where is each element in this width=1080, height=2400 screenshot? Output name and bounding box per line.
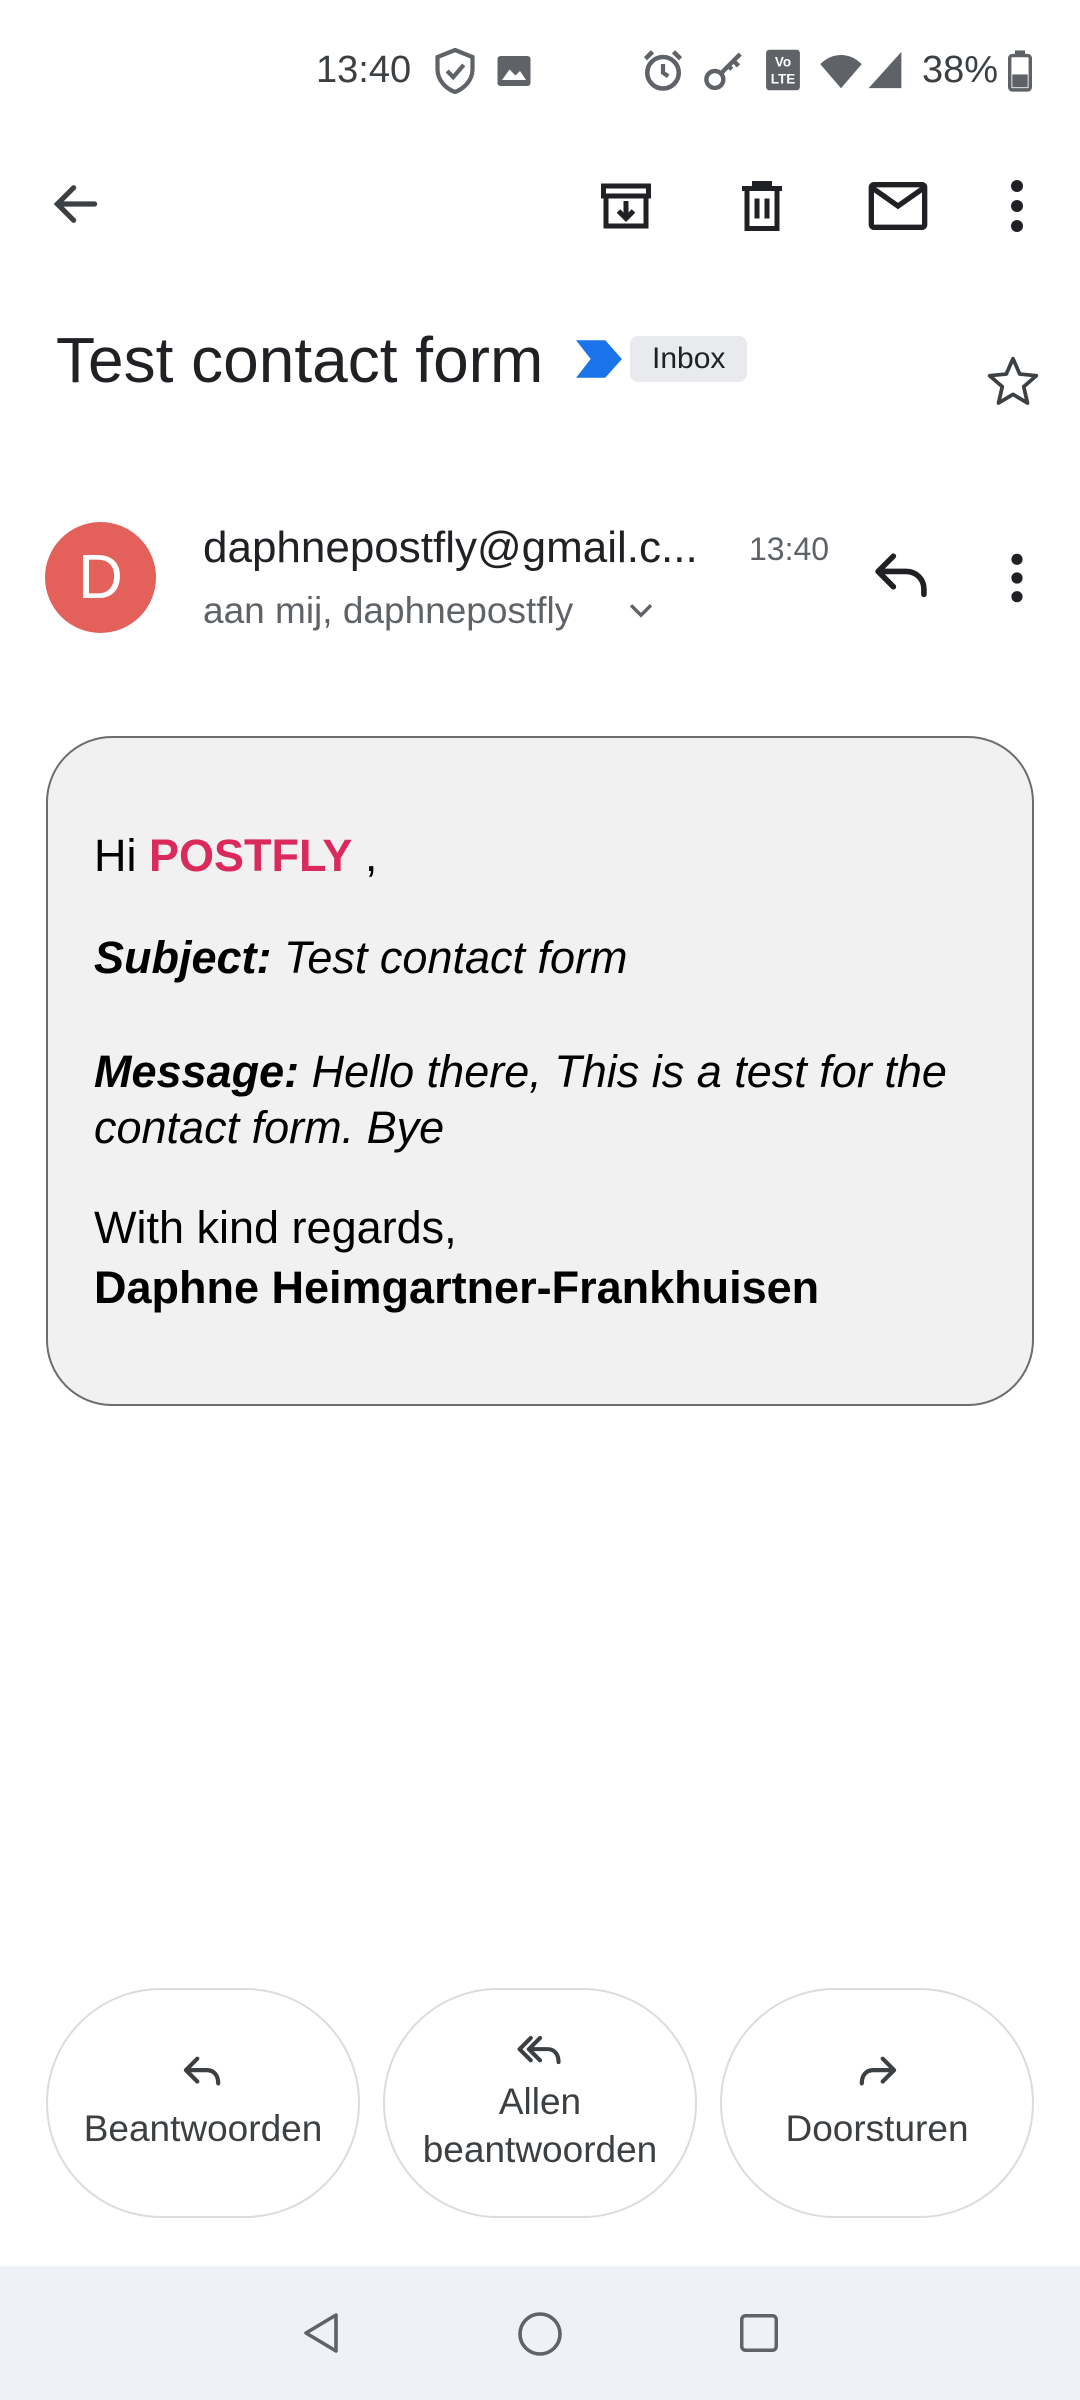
status-time: 13:40 [316,49,412,91]
important-marker-icon[interactable] [574,338,624,380]
battery-icon [1008,50,1032,92]
battery-percentage: 38% [922,49,999,91]
subject-label: Subject: [94,932,272,983]
volte-icon: Vo LTE [764,48,802,92]
key-icon [703,50,747,92]
reply-all-icon [514,2032,566,2070]
forward-button[interactable]: Doorsturen [720,1988,1034,2218]
back-arrow-icon[interactable] [48,176,104,232]
message-subject-line: Subject: Test contact form [94,930,628,986]
inbox-label-badge[interactable]: Inbox [630,336,748,382]
message-text-line: Message: Hello there, This is a test for… [94,1044,994,1156]
email-subject: Test contact form [56,324,544,396]
image-icon [496,54,532,88]
sender-avatar[interactable]: D [45,522,156,633]
reply-icon [180,2053,226,2091]
reply-all-button[interactable]: Allen beantwoorden [383,1988,697,2218]
message-label: Message: [94,1046,300,1097]
star-icon[interactable] [984,354,1042,410]
svg-text:LTE: LTE [771,72,796,87]
greeting-name: POSTFLY [149,830,353,881]
reply-label: Beantwoorden [83,2108,323,2149]
mark-unread-icon[interactable] [866,176,930,236]
delete-icon[interactable] [732,176,792,236]
more-vert-icon[interactable] [1000,176,1034,236]
chevron-down-icon[interactable] [624,596,658,626]
sender-address[interactable]: daphnepostfly@gmail.c... [203,518,698,578]
svg-text:Vo: Vo [775,55,791,70]
nav-home-icon[interactable] [516,2310,564,2358]
email-time: 13:40 [749,531,830,567]
recipients-toggle[interactable]: aan mij, daphnepostfly [203,585,573,637]
signature-name: Daphne Heimgartner-Frankhuisen [94,1262,820,1313]
closing-regards: With kind regards, [94,1202,457,1253]
nav-back-icon[interactable] [298,2308,346,2358]
message-more-icon[interactable] [1000,550,1034,606]
archive-icon[interactable] [596,176,656,236]
wifi-icon [818,52,864,90]
nav-recents-icon[interactable] [736,2310,782,2356]
forward-label: Doorsturen [785,2108,969,2149]
greeting-suffix: , [364,830,378,881]
reply-icon[interactable] [870,546,932,602]
shield-check-icon [434,48,476,94]
reply-button[interactable]: Beantwoorden [46,1988,360,2218]
subject-value: Test contact form [284,932,628,983]
message-greeting: Hi POSTFLY , [94,828,377,884]
signal-icon [866,50,904,90]
reply-all-label-line2: beantwoorden [422,2129,658,2170]
reply-all-label-line1: Allen [498,2081,582,2122]
alarm-icon [642,48,684,94]
recipients-text: aan mij, daphnepostfly [203,590,574,631]
forward-icon [854,2053,900,2091]
greeting-prefix: Hi [94,830,137,881]
